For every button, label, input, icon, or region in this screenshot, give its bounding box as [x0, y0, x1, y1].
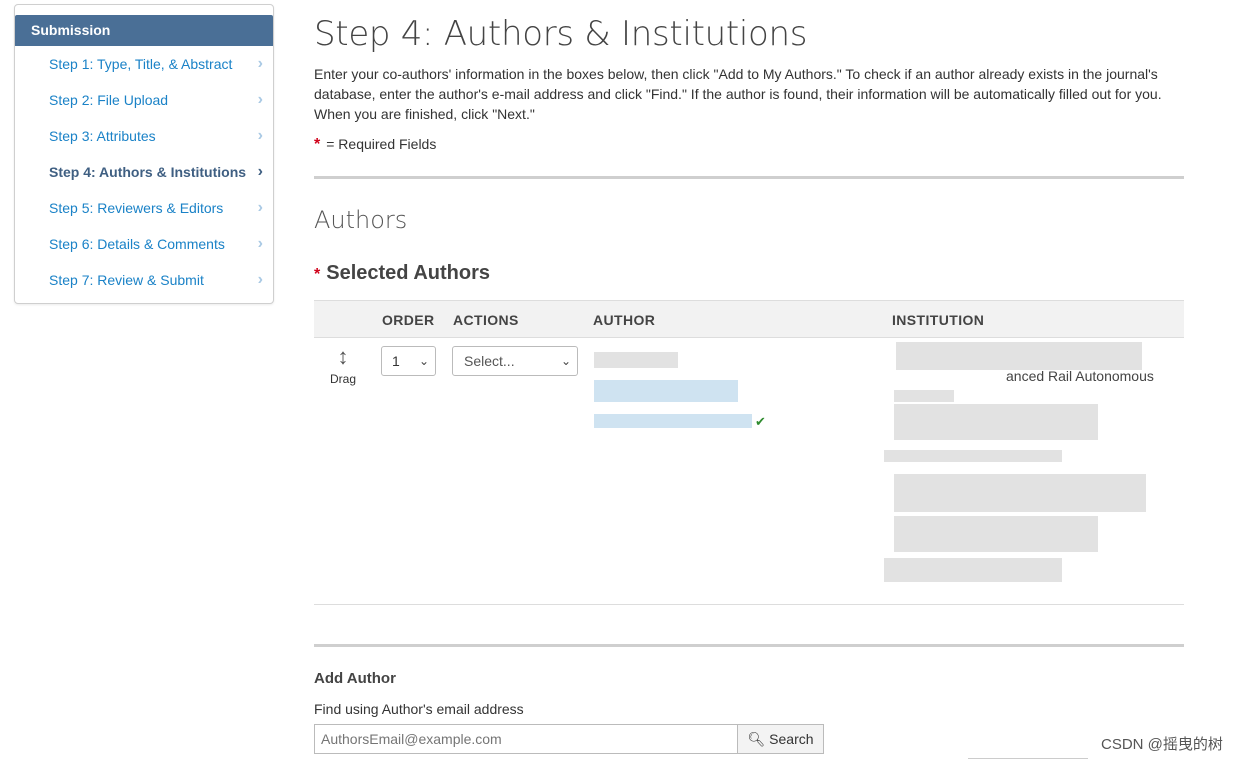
- sidebar-item-step-4[interactable]: Step 4: Authors & Institutions ›: [15, 154, 273, 190]
- divider: [314, 604, 1184, 605]
- sidebar-item-label: Step 3: Attributes: [49, 128, 156, 144]
- sidebar-item-label: Step 6: Details & Comments: [49, 236, 225, 252]
- find-author-label: Find using Author's email address: [314, 701, 524, 717]
- selected-authors-title: * Selected Authors: [314, 262, 490, 285]
- drag-handle[interactable]: ↕ Drag: [330, 344, 356, 388]
- search-button-label: Search: [769, 731, 814, 747]
- column-header-actions: ACTIONS: [453, 312, 519, 328]
- actions-select[interactable]: Select... ⌄: [452, 346, 578, 376]
- redacted-author-link[interactable]: [594, 414, 752, 428]
- chevron-right-icon: ›: [257, 163, 263, 180]
- divider: [314, 176, 1184, 179]
- divider: [314, 644, 1184, 647]
- chevron-right-icon: ›: [257, 55, 263, 72]
- required-star: *: [314, 136, 321, 153]
- sidebar-item-step-2[interactable]: Step 2: File Upload ›: [15, 82, 273, 118]
- chevron-right-icon: ›: [257, 127, 263, 144]
- institution-fragment: anced Rail Autonomous: [1006, 368, 1154, 384]
- required-star: *: [314, 266, 321, 283]
- sidebar-header: Submission: [15, 15, 273, 46]
- actions-placeholder: Select...: [464, 353, 515, 369]
- redacted-institution: [894, 516, 1098, 552]
- chevron-right-icon: ›: [257, 199, 263, 216]
- sidebar-item-label: Step 4: Authors & Institutions: [49, 164, 247, 180]
- sidebar: Submission Step 1: Type, Title, & Abstra…: [14, 4, 274, 304]
- chevron-right-icon: ›: [257, 271, 263, 288]
- redacted-author-email[interactable]: [594, 380, 738, 402]
- add-author-title: Add Author: [314, 670, 396, 687]
- sidebar-item-step-5[interactable]: Step 5: Reviewers & Editors ›: [15, 190, 273, 226]
- redacted-institution: [894, 474, 1146, 512]
- vertical-arrows-icon: ↕: [337, 344, 349, 369]
- sidebar-item-label: Step 2: File Upload: [49, 92, 169, 108]
- author-email-input[interactable]: [314, 724, 737, 754]
- redacted-institution: [884, 558, 1062, 582]
- redacted-institution: [894, 404, 1098, 440]
- required-fields-legend: * = Required Fields: [314, 136, 436, 154]
- sidebar-item-label: Step 5: Reviewers & Editors: [49, 200, 224, 216]
- order-select[interactable]: 1 ⌄: [381, 346, 436, 376]
- required-legend-text: = Required Fields: [326, 136, 437, 152]
- order-value: 1: [392, 353, 400, 369]
- redacted-institution: [884, 450, 1062, 462]
- redacted-institution: [896, 342, 1142, 370]
- sidebar-item-label: Step 7: Review & Submit: [49, 272, 204, 288]
- selected-authors-label: Selected Authors: [326, 262, 490, 284]
- page-title: Step 4: Authors & Institutions: [314, 14, 808, 54]
- drag-label: Drag: [330, 372, 357, 386]
- column-header-order: ORDER: [382, 312, 435, 328]
- step-nav: Step 1: Type, Title, & Abstract › Step 2:…: [15, 46, 273, 298]
- authors-section-title: Authors: [314, 206, 408, 234]
- chevron-right-icon: ›: [257, 91, 263, 108]
- instructions-text: Enter your co-authors' information in th…: [314, 66, 1162, 122]
- search-button[interactable]: 🔍︎ Search: [737, 724, 824, 754]
- redacted-institution: [894, 390, 954, 402]
- chevron-down-icon: ⌄: [418, 354, 429, 368]
- authors-table-header: ORDER ACTIONS AUTHOR INSTITUTION: [314, 300, 1184, 338]
- watermark: CSDN @摇曳的树: [1101, 736, 1223, 753]
- column-header-institution: INSTITUTION: [892, 312, 985, 328]
- sidebar-item-step-1[interactable]: Step 1: Type, Title, & Abstract ›: [15, 46, 273, 82]
- column-header-author: AUTHOR: [593, 312, 656, 328]
- chevron-right-icon: ›: [257, 235, 263, 252]
- sidebar-item-step-3[interactable]: Step 3: Attributes ›: [15, 118, 273, 154]
- sidebar-item-step-7[interactable]: Step 7: Review & Submit ›: [15, 262, 273, 298]
- divider: [968, 758, 1088, 759]
- sidebar-item-step-6[interactable]: Step 6: Details & Comments ›: [15, 226, 273, 262]
- chevron-down-icon: ⌄: [560, 354, 571, 368]
- checkmark-icon: ✔: [755, 414, 766, 429]
- sidebar-item-label: Step 1: Type, Title, & Abstract: [49, 56, 233, 72]
- magnifier-icon: 🔍︎: [747, 731, 766, 747]
- redacted-author-name: [594, 352, 678, 368]
